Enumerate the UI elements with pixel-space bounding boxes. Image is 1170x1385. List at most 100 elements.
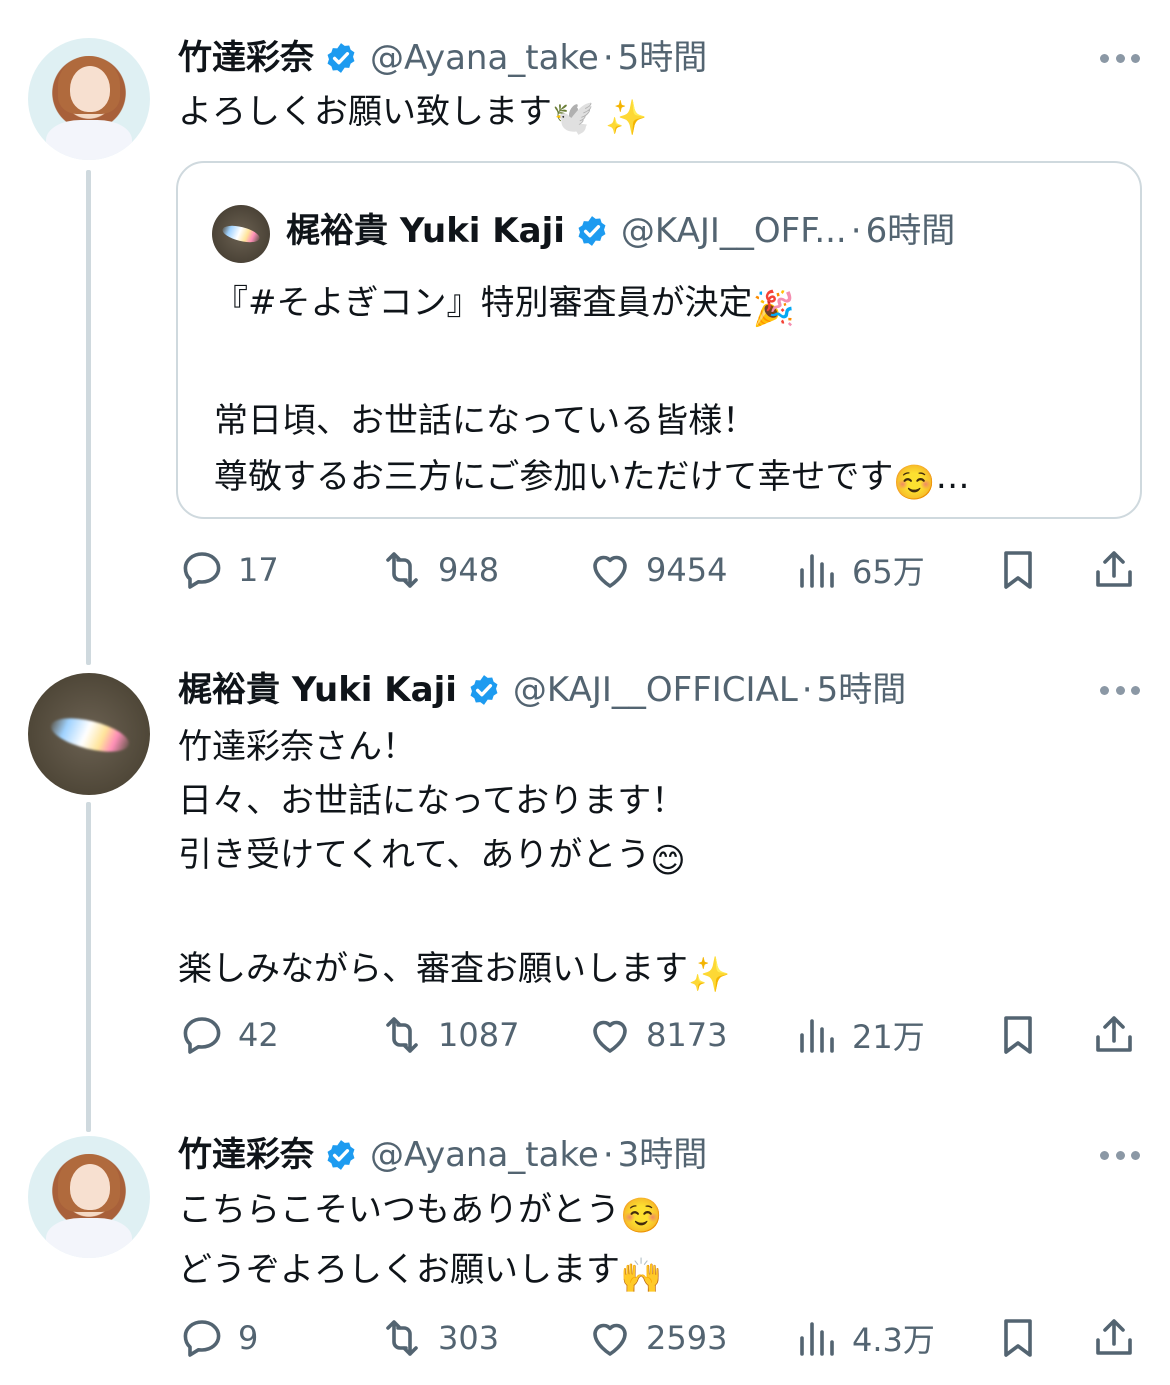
dove-emoji: 🕊️ bbox=[552, 98, 595, 138]
quoted-display-name: 梶裕貴 Yuki Kaji bbox=[286, 211, 565, 251]
party-popper-emoji: 🎉 bbox=[752, 289, 795, 329]
verified-badge-icon bbox=[327, 43, 355, 73]
separator-dot: · bbox=[801, 670, 813, 710]
repost-button[interactable]: 303 bbox=[378, 1314, 499, 1362]
tweet-text: 竹達彩奈さん！ 日々、お世話になっております！ 引き受けてくれて、ありがとう😊 … bbox=[178, 720, 730, 1002]
quoted-avatar[interactable] bbox=[212, 205, 270, 263]
analytics-icon bbox=[800, 1019, 834, 1053]
reply-count: 17 bbox=[238, 551, 279, 589]
tweet-header: 梶裕貴 Yuki Kaji @KAJI__OFFICIAL · 5時間 bbox=[178, 670, 906, 710]
heart-icon bbox=[593, 1323, 627, 1356]
repost-icon bbox=[386, 1017, 418, 1053]
quoted-tweet-text: 『#そよぎコン』特別審査員が決定🎉 常日頃、お世話になっている皆様！ 尊敬するお… bbox=[214, 275, 970, 511]
tweet-2[interactable]: 梶裕貴 Yuki Kaji @KAJI__OFFICIAL · 5時間 竹達彩奈… bbox=[0, 640, 1170, 1110]
repost-count: 948 bbox=[438, 551, 500, 589]
bookmark-icon bbox=[1004, 1016, 1032, 1054]
share-button[interactable] bbox=[1090, 1314, 1150, 1362]
quoted-tweet-card[interactable]: 梶裕貴 Yuki Kaji @KAJI__OFF... · 6時間 『#そよぎコ… bbox=[176, 161, 1142, 519]
quoted-timestamp: 6時間 bbox=[865, 211, 956, 251]
tweet-text: よろしくお願い致します🕊️ ✨ bbox=[178, 85, 648, 145]
quoted-line-2: 常日頃、お世話になっている皆様！ bbox=[214, 401, 757, 441]
reply-icon bbox=[183, 1017, 221, 1054]
reply-button[interactable]: 42 bbox=[178, 1011, 279, 1059]
avatar[interactable] bbox=[28, 1136, 150, 1258]
verified-badge-icon bbox=[327, 1140, 355, 1170]
smiling-face-emoji: ☺️ bbox=[893, 463, 936, 503]
repost-icon bbox=[386, 1320, 418, 1356]
repost-count: 303 bbox=[438, 1319, 500, 1357]
tweet-text-content: よろしくお願い致します bbox=[178, 92, 552, 132]
verified-badge-icon bbox=[470, 675, 498, 705]
bookmark-button[interactable] bbox=[994, 1011, 1054, 1059]
avatar[interactable] bbox=[28, 673, 150, 795]
tweet-actions: 9 303 2593 4.3万 bbox=[178, 1314, 1140, 1362]
share-icon bbox=[1096, 551, 1132, 587]
more-options-icon[interactable] bbox=[1100, 1149, 1140, 1161]
raising-hands-emoji: 🙌 bbox=[620, 1256, 663, 1296]
display-name[interactable]: 竹達彩奈 bbox=[178, 1135, 314, 1175]
views-button[interactable]: 4.3万 bbox=[792, 1314, 935, 1362]
bookmark-icon bbox=[1004, 1319, 1032, 1357]
bookmark-button[interactable] bbox=[994, 1314, 1054, 1362]
reply-button[interactable]: 9 bbox=[178, 1314, 258, 1362]
reply-count: 9 bbox=[238, 1319, 259, 1357]
tweet-actions: 42 1087 8173 21万 bbox=[178, 1011, 1140, 1059]
heart-icon bbox=[593, 555, 627, 588]
display-name[interactable]: 梶裕貴 Yuki Kaji bbox=[178, 670, 457, 710]
avatar-shirt bbox=[46, 1218, 132, 1258]
sparkles-emoji: ✨ bbox=[688, 955, 731, 995]
tweet-line-2: 日々、お世話になっております！ bbox=[178, 781, 686, 821]
tweet-actions: 17 948 9454 65万 bbox=[178, 546, 1140, 594]
tweet-1[interactable]: 竹達彩奈 @Ayana_take · 5時間 よろしくお願い致します🕊️ ✨ 梶… bbox=[0, 0, 1170, 640]
user-handle[interactable]: @KAJI__OFFICIAL bbox=[513, 670, 798, 710]
like-button[interactable]: 9454 bbox=[586, 546, 727, 594]
share-button[interactable] bbox=[1090, 546, 1150, 594]
display-name[interactable]: 竹達彩奈 bbox=[178, 38, 314, 78]
like-count: 8173 bbox=[646, 1016, 728, 1054]
timestamp[interactable]: 5時間 bbox=[618, 38, 708, 78]
tweet-header: 竹達彩奈 @Ayana_take · 3時間 bbox=[178, 1135, 707, 1175]
truncation-ellipsis: … bbox=[935, 457, 970, 497]
reply-icon bbox=[183, 1320, 221, 1357]
smiling-face-emoji: ☺️ bbox=[620, 1196, 663, 1236]
more-options-icon[interactable] bbox=[1100, 684, 1140, 696]
separator-dot: · bbox=[602, 38, 614, 78]
repost-button[interactable]: 1087 bbox=[378, 1011, 519, 1059]
quoted-tweet-header: 梶裕貴 Yuki Kaji @KAJI__OFF... · 6時間 bbox=[286, 211, 955, 251]
like-button[interactable]: 8173 bbox=[586, 1011, 727, 1059]
smiling-face-emoji: 😊 bbox=[650, 841, 686, 881]
views-button[interactable]: 65万 bbox=[792, 546, 925, 594]
user-handle[interactable]: @Ayana_take bbox=[370, 1135, 599, 1175]
views-button[interactable]: 21万 bbox=[792, 1011, 925, 1059]
repost-button[interactable]: 948 bbox=[378, 546, 499, 594]
verified-badge-icon bbox=[578, 216, 606, 246]
tweet-text: こちらこそいつもありがとう☺️ どうぞよろしくお願いします🙌 bbox=[178, 1183, 662, 1303]
timestamp[interactable]: 5時間 bbox=[817, 670, 907, 710]
repost-count: 1087 bbox=[438, 1016, 520, 1054]
bookmark-icon bbox=[1004, 551, 1032, 589]
analytics-icon bbox=[800, 554, 834, 588]
reply-icon bbox=[183, 552, 221, 589]
share-icon bbox=[1096, 1319, 1132, 1355]
view-count: 21万 bbox=[852, 1018, 925, 1056]
avatar[interactable] bbox=[28, 38, 150, 160]
bird-avatar-image bbox=[47, 711, 133, 759]
tweet-3[interactable]: 竹達彩奈 @Ayana_take · 3時間 こちらこそいつもありがとう☺️ ど… bbox=[0, 1110, 1170, 1385]
share-button[interactable] bbox=[1090, 1011, 1150, 1059]
tweet-line-5: 楽しみながら、審査お願いします bbox=[178, 949, 688, 989]
like-count: 9454 bbox=[646, 551, 728, 589]
like-button[interactable]: 2593 bbox=[586, 1314, 727, 1362]
separator-dot: · bbox=[850, 211, 862, 251]
tweet-line-2: どうぞよろしくお願いします bbox=[178, 1250, 620, 1290]
quoted-line-3: 尊敬するお三方にご参加いただけて幸せです bbox=[214, 457, 894, 497]
avatar-face bbox=[70, 66, 110, 112]
share-icon bbox=[1096, 1016, 1132, 1052]
quoted-user-handle: @KAJI__OFF... bbox=[620, 211, 847, 251]
bird-avatar-image bbox=[220, 222, 262, 246]
timestamp[interactable]: 3時間 bbox=[618, 1135, 708, 1175]
user-handle[interactable]: @Ayana_take bbox=[370, 38, 599, 78]
analytics-icon bbox=[800, 1322, 834, 1356]
bookmark-button[interactable] bbox=[994, 546, 1054, 594]
more-options-icon[interactable] bbox=[1100, 52, 1140, 64]
reply-button[interactable]: 17 bbox=[178, 546, 279, 594]
